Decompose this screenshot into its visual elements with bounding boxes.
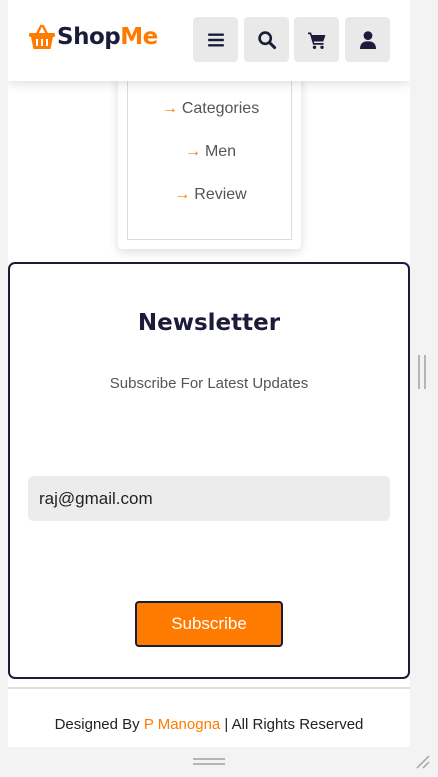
logo-text-me: Me (120, 24, 158, 50)
footer-author-link[interactable]: P Manogna (144, 716, 220, 733)
logo[interactable]: ShopMe (28, 24, 158, 50)
footer-credits: Designed By P Manogna | All Rights Reser… (8, 716, 410, 733)
footer-prefix: Designed By (54, 716, 144, 733)
nav-dropdown: → Categories → Men → Review (118, 60, 301, 249)
search-icon (257, 30, 276, 49)
vertical-scrollbar-handle[interactable] (418, 355, 426, 389)
nav-item-review[interactable]: → Review (128, 186, 293, 204)
horizontal-scrollbar-handle[interactable] (193, 758, 225, 765)
email-input[interactable] (28, 476, 390, 521)
nav-item-label: Review (194, 186, 247, 203)
user-icon (359, 30, 376, 49)
search-button[interactable] (244, 17, 289, 62)
nav-dropdown-list: → Categories → Men → Review (127, 60, 292, 240)
nav-item-men[interactable]: → Men (128, 143, 293, 161)
arrow-right-icon: → (184, 143, 201, 160)
nav-item-label: Men (204, 143, 237, 160)
arrow-right-icon: → (174, 186, 191, 203)
footer-divider (8, 687, 410, 689)
arrow-right-icon: → (161, 100, 178, 117)
hamburger-icon (207, 33, 224, 46)
menu-button[interactable] (193, 17, 238, 62)
newsletter-title: Newsletter (137, 310, 281, 336)
resize-grip-icon[interactable] (414, 753, 430, 769)
logo-text: ShopMe (57, 24, 158, 50)
cart-button[interactable] (294, 17, 339, 62)
subscribe-button[interactable]: Subscribe (135, 601, 283, 647)
user-button[interactable] (345, 17, 390, 62)
basket-icon (29, 24, 55, 49)
logo-text-shop: Shop (57, 24, 121, 50)
newsletter-subtitle: Subscribe For Latest Updates (109, 375, 309, 392)
cart-icon (307, 32, 325, 49)
newsletter-section: Newsletter Subscribe For Latest Updates … (8, 262, 410, 679)
page-viewport: → Categories → Men → Review ShopMe Newsl… (8, 0, 410, 747)
nav-item-label: Categories (181, 100, 260, 117)
nav-item-categories[interactable]: → Categories (128, 100, 293, 118)
footer-suffix: | All Rights Reserved (220, 716, 364, 733)
site-header: ShopMe (8, 0, 410, 81)
